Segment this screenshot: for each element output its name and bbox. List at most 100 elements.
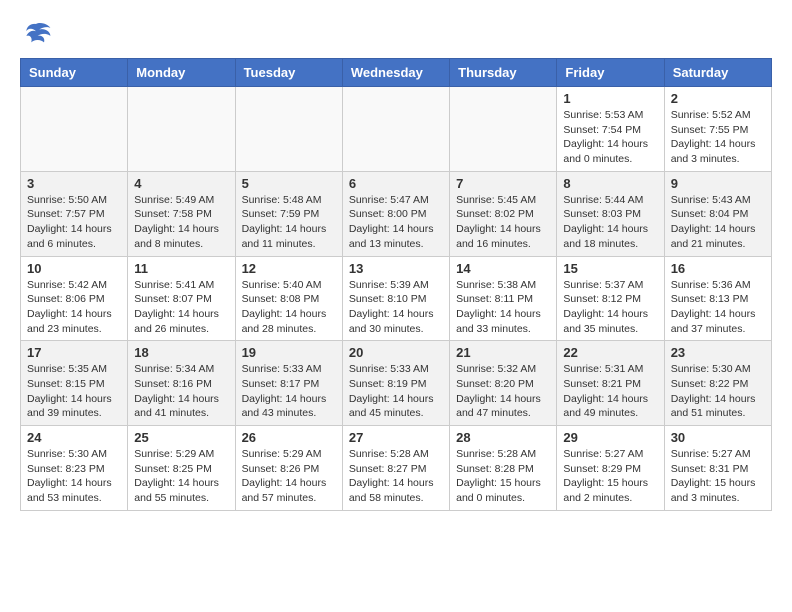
calendar-cell: 5 Sunrise: 5:48 AM Sunset: 7:59 PM Daylig…: [235, 171, 342, 256]
calendar-cell: 7 Sunrise: 5:45 AM Sunset: 8:02 PM Daylig…: [450, 171, 557, 256]
calendar-cell: 23 Sunrise: 5:30 AM Sunset: 8:22 PM Dayli…: [664, 341, 771, 426]
day-detail: Sunrise: 5:43 AM Sunset: 8:04 PM Dayligh…: [671, 193, 765, 252]
day-number: 15: [563, 261, 657, 276]
day-detail: Sunrise: 5:30 AM Sunset: 8:23 PM Dayligh…: [27, 447, 121, 506]
calendar-cell: 1Sunrise: 5:53 AM Sunset: 7:54 PM Daylig…: [557, 87, 664, 172]
day-number: 3: [27, 176, 121, 191]
calendar-cell: 17 Sunrise: 5:35 AM Sunset: 8:15 PM Dayli…: [21, 341, 128, 426]
day-detail: Sunrise: 5:44 AM Sunset: 8:03 PM Dayligh…: [563, 193, 657, 252]
day-detail: Sunrise: 5:49 AM Sunset: 7:58 PM Dayligh…: [134, 193, 228, 252]
calendar-cell: 29 Sunrise: 5:27 AM Sunset: 8:29 PM Dayli…: [557, 426, 664, 511]
calendar-cell: 20 Sunrise: 5:33 AM Sunset: 8:19 PM Dayli…: [342, 341, 449, 426]
day-detail: Sunrise: 5:42 AM Sunset: 8:06 PM Dayligh…: [27, 278, 121, 337]
day-number: 20: [349, 345, 443, 360]
weekday-header-row: SundayMondayTuesdayWednesdayThursdayFrid…: [21, 59, 772, 87]
weekday-header-tuesday: Tuesday: [235, 59, 342, 87]
day-detail: Sunrise: 5:35 AM Sunset: 8:15 PM Dayligh…: [27, 362, 121, 421]
calendar-cell: 28 Sunrise: 5:28 AM Sunset: 8:28 PM Dayli…: [450, 426, 557, 511]
calendar-cell: 12Sunrise: 5:40 AM Sunset: 8:08 PM Dayli…: [235, 256, 342, 341]
day-number: 2: [671, 91, 765, 106]
calendar-cell: 2 Sunrise: 5:52 AM Sunset: 7:55 PM Daylig…: [664, 87, 771, 172]
day-detail: Sunrise: 5:29 AM Sunset: 8:25 PM Dayligh…: [134, 447, 228, 506]
day-detail: Sunrise: 5:29 AM Sunset: 8:26 PM Dayligh…: [242, 447, 336, 506]
calendar-cell: 18 Sunrise: 5:34 AM Sunset: 8:16 PM Dayli…: [128, 341, 235, 426]
weekday-header-monday: Monday: [128, 59, 235, 87]
calendar-cell: [342, 87, 449, 172]
calendar-cell: 14Sunrise: 5:38 AM Sunset: 8:11 PM Dayli…: [450, 256, 557, 341]
page-header: [20, 20, 772, 48]
weekday-header-wednesday: Wednesday: [342, 59, 449, 87]
day-detail: Sunrise: 5:38 AM Sunset: 8:11 PM Dayligh…: [456, 278, 550, 337]
calendar-cell: 11 Sunrise: 5:41 AM Sunset: 8:07 PM Dayli…: [128, 256, 235, 341]
calendar-cell: 4Sunrise: 5:49 AM Sunset: 7:58 PM Daylig…: [128, 171, 235, 256]
calendar-week-5: 24 Sunrise: 5:30 AM Sunset: 8:23 PM Dayli…: [21, 426, 772, 511]
day-number: 24: [27, 430, 121, 445]
day-number: 21: [456, 345, 550, 360]
day-number: 26: [242, 430, 336, 445]
day-detail: Sunrise: 5:48 AM Sunset: 7:59 PM Dayligh…: [242, 193, 336, 252]
day-number: 1: [563, 91, 657, 106]
day-number: 10: [27, 261, 121, 276]
day-detail: Sunrise: 5:28 AM Sunset: 8:28 PM Dayligh…: [456, 447, 550, 506]
day-detail: Sunrise: 5:31 AM Sunset: 8:21 PM Dayligh…: [563, 362, 657, 421]
weekday-header-thursday: Thursday: [450, 59, 557, 87]
calendar-cell: 19Sunrise: 5:33 AM Sunset: 8:17 PM Dayli…: [235, 341, 342, 426]
day-detail: Sunrise: 5:34 AM Sunset: 8:16 PM Dayligh…: [134, 362, 228, 421]
weekday-header-saturday: Saturday: [664, 59, 771, 87]
calendar-cell: 15 Sunrise: 5:37 AM Sunset: 8:12 PM Dayli…: [557, 256, 664, 341]
day-detail: Sunrise: 5:30 AM Sunset: 8:22 PM Dayligh…: [671, 362, 765, 421]
day-detail: Sunrise: 5:27 AM Sunset: 8:31 PM Dayligh…: [671, 447, 765, 506]
calendar-cell: [235, 87, 342, 172]
calendar-cell: [128, 87, 235, 172]
day-detail: Sunrise: 5:28 AM Sunset: 8:27 PM Dayligh…: [349, 447, 443, 506]
day-number: 29: [563, 430, 657, 445]
day-detail: Sunrise: 5:52 AM Sunset: 7:55 PM Dayligh…: [671, 108, 765, 167]
weekday-header-friday: Friday: [557, 59, 664, 87]
calendar-week-1: 1Sunrise: 5:53 AM Sunset: 7:54 PM Daylig…: [21, 87, 772, 172]
calendar-cell: 6 Sunrise: 5:47 AM Sunset: 8:00 PM Daylig…: [342, 171, 449, 256]
day-number: 28: [456, 430, 550, 445]
day-number: 11: [134, 261, 228, 276]
day-number: 16: [671, 261, 765, 276]
day-number: 9: [671, 176, 765, 191]
calendar-table: SundayMondayTuesdayWednesdayThursdayFrid…: [20, 58, 772, 511]
day-number: 22: [563, 345, 657, 360]
calendar-cell: 13 Sunrise: 5:39 AM Sunset: 8:10 PM Dayli…: [342, 256, 449, 341]
day-detail: Sunrise: 5:37 AM Sunset: 8:12 PM Dayligh…: [563, 278, 657, 337]
logo-bird-icon: [20, 20, 52, 48]
calendar-cell: [21, 87, 128, 172]
calendar-cell: 26 Sunrise: 5:29 AM Sunset: 8:26 PM Dayli…: [235, 426, 342, 511]
day-number: 18: [134, 345, 228, 360]
day-number: 25: [134, 430, 228, 445]
day-detail: Sunrise: 5:47 AM Sunset: 8:00 PM Dayligh…: [349, 193, 443, 252]
calendar-cell: 25 Sunrise: 5:29 AM Sunset: 8:25 PM Dayli…: [128, 426, 235, 511]
calendar-cell: 8Sunrise: 5:44 AM Sunset: 8:03 PM Daylig…: [557, 171, 664, 256]
day-number: 23: [671, 345, 765, 360]
day-detail: Sunrise: 5:39 AM Sunset: 8:10 PM Dayligh…: [349, 278, 443, 337]
day-number: 5: [242, 176, 336, 191]
calendar-cell: 10 Sunrise: 5:42 AM Sunset: 8:06 PM Dayli…: [21, 256, 128, 341]
calendar-cell: 21Sunrise: 5:32 AM Sunset: 8:20 PM Dayli…: [450, 341, 557, 426]
calendar-week-3: 10 Sunrise: 5:42 AM Sunset: 8:06 PM Dayli…: [21, 256, 772, 341]
day-detail: Sunrise: 5:45 AM Sunset: 8:02 PM Dayligh…: [456, 193, 550, 252]
day-number: 6: [349, 176, 443, 191]
calendar-week-2: 3 Sunrise: 5:50 AM Sunset: 7:57 PM Daylig…: [21, 171, 772, 256]
day-number: 17: [27, 345, 121, 360]
day-number: 27: [349, 430, 443, 445]
calendar-cell: 27 Sunrise: 5:28 AM Sunset: 8:27 PM Dayli…: [342, 426, 449, 511]
day-number: 7: [456, 176, 550, 191]
weekday-header-sunday: Sunday: [21, 59, 128, 87]
day-detail: Sunrise: 5:50 AM Sunset: 7:57 PM Dayligh…: [27, 193, 121, 252]
calendar-cell: 16 Sunrise: 5:36 AM Sunset: 8:13 PM Dayli…: [664, 256, 771, 341]
calendar-week-4: 17 Sunrise: 5:35 AM Sunset: 8:15 PM Dayli…: [21, 341, 772, 426]
calendar-cell: [450, 87, 557, 172]
day-number: 12: [242, 261, 336, 276]
day-detail: Sunrise: 5:41 AM Sunset: 8:07 PM Dayligh…: [134, 278, 228, 337]
day-detail: Sunrise: 5:27 AM Sunset: 8:29 PM Dayligh…: [563, 447, 657, 506]
logo: [20, 20, 56, 48]
day-number: 13: [349, 261, 443, 276]
day-detail: Sunrise: 5:36 AM Sunset: 8:13 PM Dayligh…: [671, 278, 765, 337]
calendar-cell: 22 Sunrise: 5:31 AM Sunset: 8:21 PM Dayli…: [557, 341, 664, 426]
day-number: 19: [242, 345, 336, 360]
day-detail: Sunrise: 5:33 AM Sunset: 8:19 PM Dayligh…: [349, 362, 443, 421]
